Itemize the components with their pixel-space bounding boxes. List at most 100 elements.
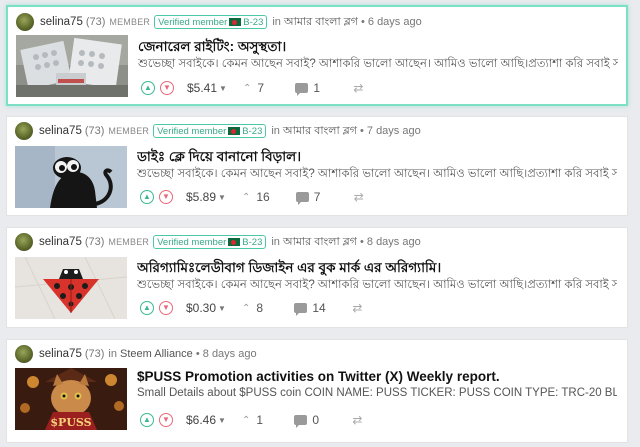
community-link[interactable]: আমার বাংলা ব্লগ: [283, 236, 357, 248]
puss-cat-image: $PUSS: [15, 368, 127, 430]
verified-badge: Verified member B-23: [153, 124, 267, 138]
reblog-icon[interactable]: ⇄: [352, 413, 362, 427]
in-label: in: [271, 124, 280, 137]
author-link[interactable]: selina75: [39, 125, 82, 137]
payout-value[interactable]: $0.30: [186, 301, 216, 315]
comment-count[interactable]: 7: [314, 190, 328, 204]
flag-icon: [229, 18, 242, 26]
comment-icon[interactable]: [294, 303, 308, 316]
pills-image: [16, 35, 128, 97]
clay-cat-image: [15, 146, 127, 208]
post-thumbnail[interactable]: [15, 257, 127, 319]
post-footer: ▲ ▼ $6.46 ▼ ⌃ 1 0 ⇄: [140, 410, 362, 430]
reputation: (73): [85, 16, 106, 28]
avatar[interactable]: [15, 122, 33, 140]
post-title[interactable]: $PUSS Promotion activities on Twitter (X…: [137, 369, 617, 384]
post-thumbnail[interactable]: [15, 146, 127, 208]
post-thumbnail[interactable]: $PUSS: [15, 368, 127, 430]
reblog-icon[interactable]: ⇄: [353, 81, 363, 95]
badge-code: B-23: [242, 236, 263, 248]
post-card[interactable]: selina75 (73) MEMBER Verified member B-23…: [6, 227, 628, 328]
chevron-up-icon[interactable]: ▲: [140, 190, 154, 204]
votes-icon: ⌃: [241, 191, 251, 203]
ladybug-origami-image: [15, 257, 127, 319]
avatar[interactable]: [16, 13, 34, 31]
post-excerpt[interactable]: Small Details about $PUSS coin COIN NAME…: [137, 387, 617, 399]
post-footer: ▲ ▼ $0.30 ▼ ⌃ 8 14 ⇄: [140, 298, 362, 318]
post-thumbnail[interactable]: [16, 35, 128, 97]
community-link[interactable]: আমার বাংলা ব্লগ: [283, 125, 357, 137]
post-excerpt[interactable]: শুভেচ্ছা সবাইকে। কেমন আছেন সবাই? আশাকরি …: [137, 165, 617, 184]
reblog-icon[interactable]: ⇄: [352, 301, 362, 315]
badge-code: B-23: [242, 125, 263, 137]
verified-badge: Verified member B-23: [153, 235, 267, 249]
badge-text: Verified member: [158, 16, 228, 28]
community-link[interactable]: Steem Alliance: [120, 348, 193, 360]
reputation: (73): [84, 125, 105, 137]
post-excerpt[interactable]: শুভেচ্ছা সবাইকে। কেমন আছেন সবাই? আশাকরি …: [137, 276, 617, 295]
post-excerpt[interactable]: শুভেচ্ছা সবাইকে। কেমন আছেন সবাই? আশাকরি …: [138, 55, 618, 74]
member-label: MEMBER: [108, 237, 150, 247]
payout-value[interactable]: $5.89: [186, 190, 216, 204]
comment-icon[interactable]: [295, 192, 309, 205]
caret-down-icon[interactable]: ▼: [218, 193, 226, 202]
chevron-up-icon[interactable]: ▲: [140, 301, 154, 315]
in-label: in: [108, 348, 117, 360]
author-link[interactable]: selina75: [40, 16, 83, 28]
chevron-up-icon[interactable]: ▲: [141, 81, 155, 95]
vote-count[interactable]: 8: [256, 301, 268, 315]
reblog-icon[interactable]: ⇄: [354, 190, 364, 204]
post-header: selina75 (73) MEMBER Verified member B-23…: [15, 231, 421, 253]
member-label: MEMBER: [109, 17, 151, 27]
votes-icon: ⌃: [242, 82, 252, 94]
payout-value[interactable]: $5.41: [187, 81, 217, 95]
caret-down-icon[interactable]: ▼: [219, 84, 227, 93]
badge-text: Verified member: [157, 236, 227, 248]
in-label: in: [272, 15, 281, 28]
comment-icon[interactable]: [294, 415, 308, 428]
verified-badge: Verified member B-23: [154, 15, 268, 29]
author-link[interactable]: selina75: [39, 348, 82, 360]
post-card[interactable]: selina75 (73) MEMBER Verified member B-23…: [6, 116, 628, 216]
reputation: (73): [84, 236, 105, 248]
caret-down-icon[interactable]: ▼: [218, 416, 226, 425]
post-time: 8 days ago: [366, 235, 421, 248]
post-footer: ▲ ▼ $5.89 ▼ ⌃ 16 7 ⇄: [140, 187, 364, 207]
chevron-down-icon[interactable]: ▼: [159, 413, 173, 427]
post-time: 8 days ago: [202, 348, 257, 360]
member-label: MEMBER: [108, 126, 150, 136]
in-label: in: [271, 235, 280, 248]
votes-icon: ⌃: [241, 302, 251, 314]
comment-count[interactable]: 0: [312, 413, 326, 427]
vote-count[interactable]: 16: [256, 190, 269, 204]
chevron-down-icon[interactable]: ▼: [159, 301, 173, 315]
community-link[interactable]: আমার বাংলা ব্লগ: [284, 16, 358, 28]
badge-text: Verified member: [157, 125, 227, 137]
reputation: (73): [84, 348, 105, 360]
avatar[interactable]: [15, 345, 33, 363]
chevron-down-icon[interactable]: ▼: [160, 81, 174, 95]
post-header: selina75 (73) MEMBER Verified member B-23…: [16, 11, 422, 33]
author-link[interactable]: selina75: [39, 236, 82, 248]
caret-down-icon[interactable]: ▼: [218, 304, 226, 313]
avatar[interactable]: [15, 233, 33, 251]
votes-icon: ⌃: [241, 414, 251, 426]
post-card[interactable]: selina75 (73) in Steem Alliance • 8 days…: [6, 339, 628, 443]
post-header: selina75 (73) in Steem Alliance • 8 days…: [15, 343, 257, 365]
comment-count[interactable]: 14: [312, 301, 326, 315]
vote-count[interactable]: 1: [256, 413, 268, 427]
flag-icon: [228, 238, 241, 246]
post-time: 7 days ago: [366, 124, 421, 137]
thumb-caption: $PUSS: [50, 416, 91, 429]
vote-count[interactable]: 7: [257, 81, 269, 95]
chevron-down-icon[interactable]: ▼: [159, 190, 173, 204]
post-time: 6 days ago: [367, 15, 422, 28]
comment-count[interactable]: 1: [313, 81, 327, 95]
comment-icon[interactable]: [295, 83, 309, 96]
post-footer: ▲ ▼ $5.41 ▼ ⌃ 7 1 ⇄: [141, 78, 363, 98]
chevron-up-icon[interactable]: ▲: [140, 413, 154, 427]
post-header: selina75 (73) MEMBER Verified member B-23…: [15, 120, 421, 142]
payout-value[interactable]: $6.46: [186, 413, 216, 427]
flag-icon: [228, 127, 241, 135]
post-card[interactable]: selina75 (73) MEMBER Verified member B-23…: [6, 5, 628, 106]
